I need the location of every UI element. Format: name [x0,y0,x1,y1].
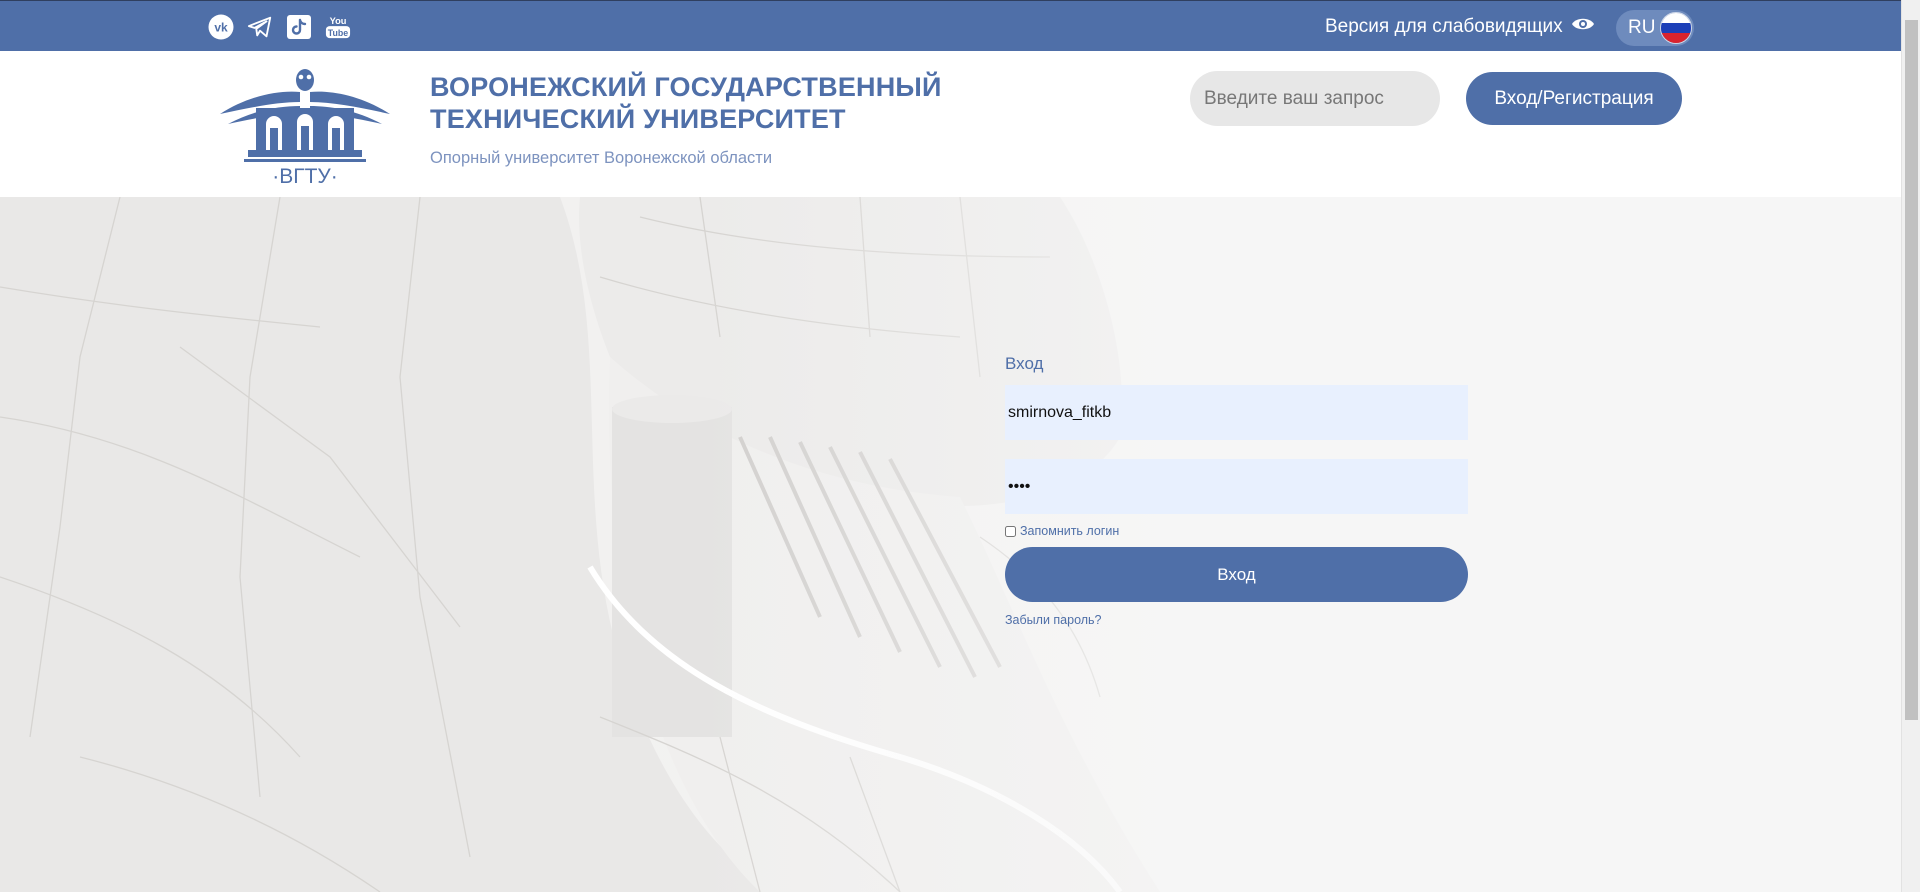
remember-login-label: Запомнить логин [1020,524,1120,538]
page-scrollbar[interactable] [1901,0,1920,892]
site-header: ·ВГТУ· ВОРОНЕЖСКИЙ ГОСУДАРСТВЕННЫЙ ТЕХНИ… [0,51,1901,197]
svg-text:vk: vk [214,21,228,35]
university-title-line-1: ВОРОНЕЖСКИЙ ГОСУДАРСТВЕННЫЙ [430,72,942,102]
social-links: vk You Tube [208,14,351,40]
svg-text:Tube: Tube [328,28,348,38]
university-subtitle: Опорный университет Воронежской области [430,149,773,167]
login-form-title: Вход [1005,354,1044,373]
svg-text:You: You [330,16,347,26]
university-title: ВОРОНЕЖСКИЙ ГОСУДАРСТВЕННЫЙ ТЕХНИЧЕСКИЙ … [430,71,942,135]
language-label: RU [1628,17,1656,38]
vk-icon[interactable]: vk [208,14,234,40]
youtube-icon[interactable]: You Tube [325,14,351,40]
remember-login[interactable]: Запомнить логин [1005,524,1119,538]
university-title-line-2: ТЕХНИЧЕСКИЙ УНИВЕРСИТЕТ [430,104,846,134]
hero-background [0,197,1901,892]
remember-login-checkbox[interactable] [1005,525,1016,537]
top-bar: vk You Tube Версия для слабовидящих RU [0,0,1901,51]
scrollbar-thumb[interactable] [1905,20,1918,720]
university-logo[interactable]: ·ВГТУ· [218,66,392,188]
search-input[interactable] [1190,71,1440,126]
login-register-button[interactable]: Вход/Регистрация [1466,72,1682,125]
login-input[interactable] [1005,385,1468,440]
low-vision-link[interactable]: Версия для слабовидящих [1325,15,1595,39]
password-input[interactable] [1005,459,1468,514]
forgot-password-link[interactable]: Забыли пароль? [1005,613,1102,627]
tiktok-icon[interactable] [286,14,312,40]
language-switcher[interactable]: RU [1616,10,1694,46]
russia-flag-icon [1660,12,1692,44]
login-submit-button[interactable]: Вход [1005,547,1468,602]
svg-text:·ВГТУ·: ·ВГТУ· [272,165,338,186]
telegram-icon[interactable] [247,14,273,40]
architecture-background-image [0,197,1901,892]
eye-icon [1571,15,1595,39]
low-vision-label: Версия для слабовидящих [1325,16,1563,37]
